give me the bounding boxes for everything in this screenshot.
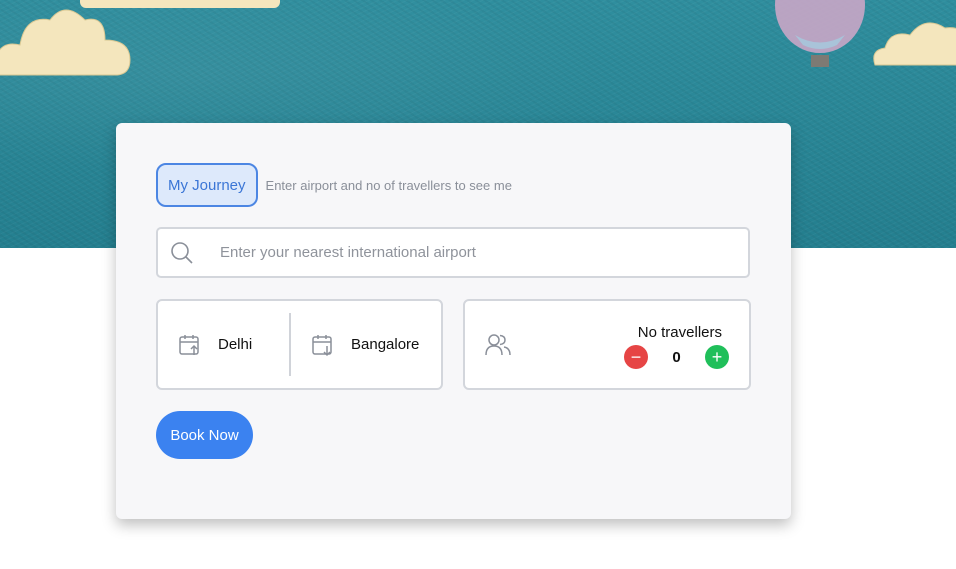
cloud-decoration (873, 22, 956, 66)
search-icon (171, 241, 193, 264)
travellers-label: No travellers (637, 324, 722, 341)
journey-row: My Journey Enter airport and no of trave… (156, 163, 512, 207)
calendar-departure-icon (179, 334, 199, 355)
users-icon (485, 334, 511, 356)
calendar-arrival-icon (312, 334, 332, 356)
decrement-travellers-button[interactable]: − (624, 345, 648, 369)
increment-travellers-button[interactable]: + (705, 345, 729, 369)
airport-search-input[interactable] (220, 244, 720, 261)
airport-search-box[interactable] (156, 227, 750, 278)
hot-air-balloon-decoration (775, 0, 865, 67)
cloud-decoration (80, 0, 280, 8)
travellers-box: No travellers − 0 + (463, 299, 751, 390)
my-journey-tab[interactable]: My Journey (156, 163, 258, 207)
journey-hint-text: Enter airport and no of travellers to se… (265, 177, 512, 193)
travellers-stepper: − 0 + (624, 345, 729, 369)
route-divider (289, 313, 291, 376)
from-city-label: Delhi (218, 336, 253, 353)
to-city-field[interactable]: Bangalore (311, 301, 419, 388)
cloud-decoration (0, 9, 131, 76)
to-city-label: Bangalore (351, 336, 420, 353)
from-city-field[interactable]: Delhi (178, 301, 252, 388)
travellers-count: 0 (672, 348, 681, 366)
booking-card: My Journey Enter airport and no of trave… (116, 123, 791, 519)
route-box: Delhi Bangalore (156, 299, 443, 390)
book-now-button[interactable]: Book Now (156, 411, 253, 459)
